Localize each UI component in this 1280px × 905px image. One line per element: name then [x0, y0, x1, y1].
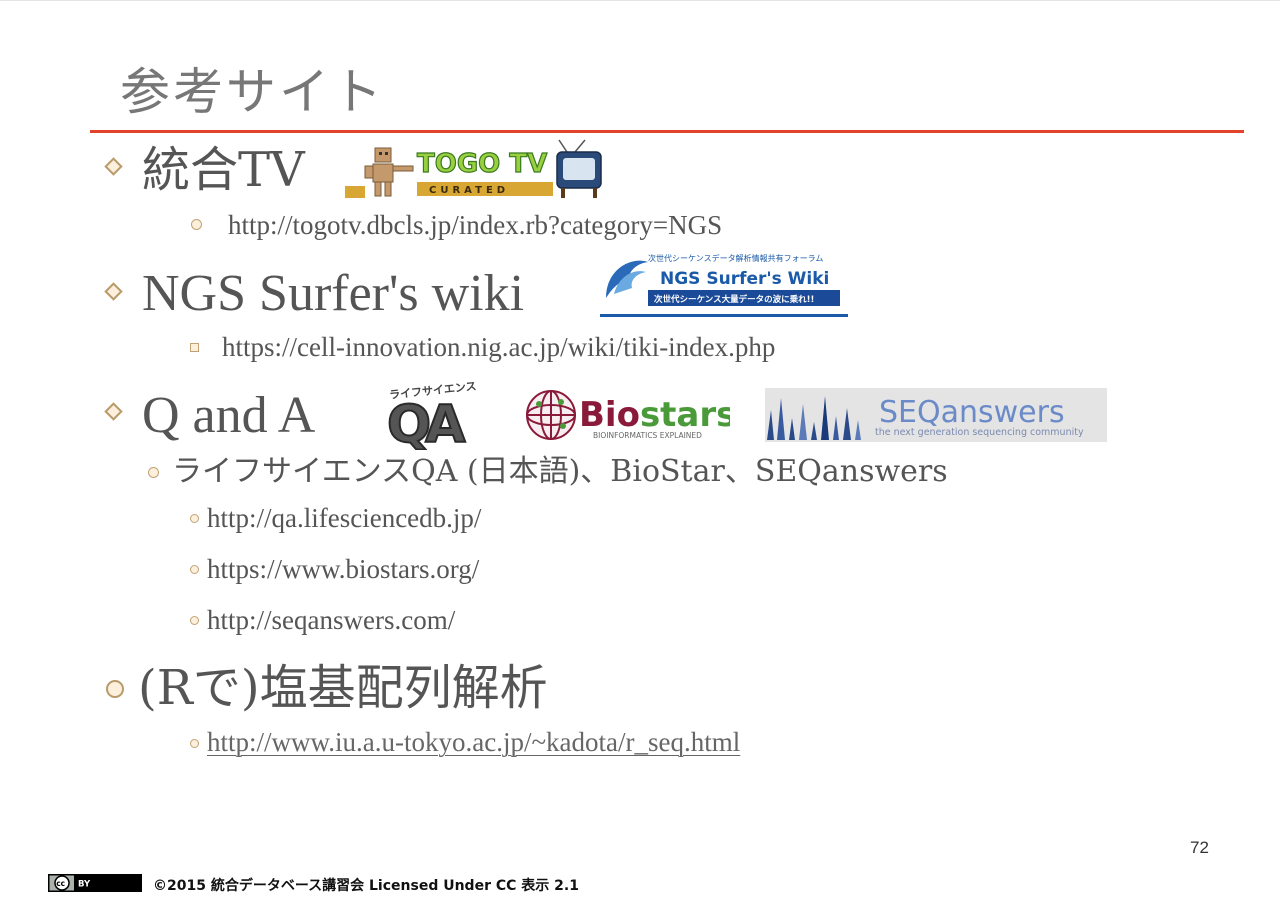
television-icon: [556, 139, 602, 198]
square-bullet-icon: [190, 343, 199, 352]
ngs-wiki-tagline: 次世代シーケンス大量データの波に乗れ!!: [654, 294, 814, 305]
url-biostars[interactable]: https://www.biostars.org/: [207, 556, 479, 583]
url-togotv[interactable]: http://togotv.dbcls.jp/index.rb?category…: [228, 212, 722, 239]
url-lifescience-qa[interactable]: http://qa.lifesciencedb.jp/: [207, 505, 481, 532]
circle-bullet-icon: [106, 680, 124, 698]
heading-togotv: 統合TV: [142, 142, 305, 198]
circle-bullet-icon: [190, 616, 199, 625]
seqanswers-wordmark: SEQanswers: [879, 395, 1065, 430]
top-border: [0, 0, 1280, 1]
togotv-wordmark: TOGO TV: [417, 149, 547, 179]
heading-ngs-wiki: NGS Surfer's wiki: [142, 265, 525, 322]
ngs-wiki-top-text: 次世代シーケンスデータ解析情報共有フォーラム: [648, 253, 823, 263]
circle-bullet-icon: [190, 514, 199, 523]
diamond-bullet-icon: [104, 282, 123, 301]
circle-bullet-icon: [148, 467, 159, 478]
robot-mascot-icon: [345, 147, 414, 198]
heading-r-seq: (Rで)塩基配列解析: [138, 660, 548, 716]
wave-icon: [606, 260, 648, 298]
svg-text:Biostars: Biostars: [579, 395, 730, 435]
qa-description: ライフサイエンスQA (日本語)、BioStar、SEQanswers: [172, 454, 948, 489]
footer-copyright: ©2015 統合データベース講習会 Licensed Under CC 表示 2…: [153, 878, 579, 894]
title-divider: [90, 130, 1244, 133]
lsqa-wordmark: QA: [387, 395, 465, 450]
biostars-wordmark-bio: Bio: [579, 395, 640, 435]
togotv-subtitle: CURATED: [429, 185, 509, 196]
url-ngs-wiki[interactable]: https://cell-innovation.nig.ac.jp/wiki/t…: [222, 334, 775, 361]
slide-title: 参考サイト: [120, 63, 385, 121]
page-number: 72: [1190, 838, 1209, 857]
diamond-bullet-icon: [104, 157, 123, 176]
ngs-wiki-wordmark: NGS Surfer's Wiki: [660, 269, 829, 289]
circle-bullet-icon: [191, 219, 202, 230]
biostars-tagline: BIOINFORMATICS EXPLAINED: [593, 431, 702, 440]
by-label: BY: [78, 880, 91, 890]
circle-bullet-icon: [190, 565, 199, 574]
seqanswers-tagline: the next generation sequencing community: [875, 427, 1084, 438]
togotv-logo[interactable]: TOGO TV CURATED: [345, 138, 605, 202]
heading-qa: Q and A: [142, 387, 316, 444]
lifescience-qa-logo[interactable]: ライフサイエンス QA: [385, 380, 485, 450]
biostars-wordmark-stars: stars: [640, 395, 730, 435]
biostars-logo[interactable]: Biostars BIOINFORMATICS EXPLAINED: [525, 388, 730, 442]
seqanswers-logo[interactable]: SEQanswers the next generation sequencin…: [765, 388, 1107, 442]
url-seqanswers[interactable]: http://seqanswers.com/: [207, 607, 455, 634]
ngs-surfers-wiki-logo[interactable]: 次世代シーケンスデータ解析情報共有フォーラム NGS Surfer's Wiki…: [600, 250, 848, 320]
url-r-seq[interactable]: http://www.iu.a.u-tokyo.ac.jp/~kadota/r_…: [207, 729, 740, 756]
cc-icon: cc: [56, 879, 65, 888]
cc-by-license-badge[interactable]: cc BY: [48, 874, 142, 892]
biostars-globe-icon: [526, 390, 576, 440]
diamond-bullet-icon: [104, 402, 123, 421]
circle-bullet-icon: [190, 739, 199, 748]
